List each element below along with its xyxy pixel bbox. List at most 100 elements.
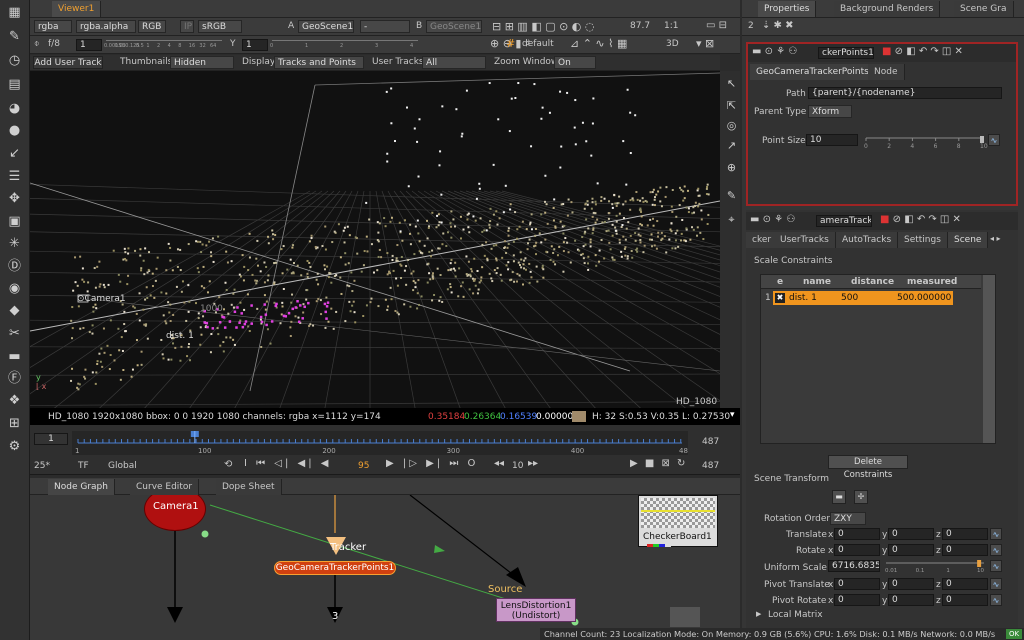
- target-icon[interactable]: ◎: [721, 117, 742, 135]
- timeline-ruler[interactable]: 1 100 200 300 400 487: [72, 431, 688, 455]
- node-graph[interactable]: Camera1 Tracker GeoCameraTrackerPoints1 …: [30, 495, 740, 640]
- tab-user-tracks[interactable]: UserTracks: [774, 232, 836, 248]
- panel1-color-icons[interactable]: ■ ⊘ ◧ ↶ ↷ ◫ ✕: [882, 46, 963, 57]
- settings-icon[interactable]: ⚙: [4, 438, 25, 456]
- current-frame[interactable]: 95: [358, 461, 369, 471]
- panel1-name-field[interactable]: ckerPoints1: [818, 47, 874, 59]
- checkerboard-node[interactable]: CheckerBoard1: [638, 495, 718, 547]
- composite-dropdown[interactable]: -: [360, 20, 410, 33]
- timeline-track[interactable]: 1 100 200 300 400 487: [72, 431, 688, 455]
- tab-settings[interactable]: Settings: [898, 232, 948, 248]
- panel1-header-icons[interactable]: ▬ ⊙ ⚘ ⚇: [752, 46, 797, 57]
- viewer-tab[interactable]: Viewer1: [52, 1, 102, 17]
- tab-scene[interactable]: Scene: [948, 232, 989, 248]
- table-scrollbar[interactable]: [983, 275, 995, 443]
- partial-node[interactable]: [670, 607, 700, 627]
- pivot-translate-x-field[interactable]: 0: [834, 578, 880, 590]
- tab-properties[interactable]: Properties: [758, 1, 817, 17]
- viewport[interactable]: ⊙Camera1 dist. 1 1000 HD_1080 y ⌊ x: [30, 71, 720, 408]
- filter-icon[interactable]: ●: [4, 122, 25, 140]
- panel2-header-icons[interactable]: ▬ ⊙ ⚘ ⚇: [750, 214, 795, 225]
- add-user-track-button[interactable]: Add User Track: [33, 56, 103, 69]
- pivot-rotate-x-field[interactable]: 0: [834, 594, 880, 606]
- pivot-rotate-z-field[interactable]: 0: [942, 594, 988, 606]
- lens-distortion-node[interactable]: LensDistortion1 (Undistort): [496, 598, 576, 622]
- transport-back-buttons[interactable]: I ⏮ ◁| ◀| ◀: [244, 458, 331, 469]
- scene-3d[interactable]: [30, 71, 720, 408]
- step-back-icon[interactable]: ◂◂: [494, 458, 504, 469]
- draw-icon[interactable]: ✎: [4, 28, 25, 46]
- local-matrix-arrow-icon[interactable]: ▶: [756, 610, 761, 618]
- table-row[interactable]: ✖ dist. 1 500 500.000000: [773, 291, 953, 305]
- proxy-icons[interactable]: ⊿ ⌃ ∿ ⌇ ▦: [570, 37, 627, 50]
- viewer-extra-icons[interactable]: ▭ ⊟: [706, 20, 727, 31]
- start-frame-field[interactable]: 1: [34, 433, 68, 445]
- display-dropdown[interactable]: Tracks and Points: [274, 56, 364, 69]
- color-icon[interactable]: ◕: [4, 100, 25, 118]
- transform-icon[interactable]: ✥: [4, 190, 25, 208]
- aperture-icon[interactable]: ⌽: [34, 39, 39, 49]
- transport-forward-buttons[interactable]: ▶ |▷ ▶| ⏭ O: [386, 458, 478, 469]
- rotate-x-field[interactable]: 0: [834, 544, 880, 556]
- pivot-translate-curve-icon[interactable]: ∿: [990, 578, 1002, 590]
- tab-auto-tracks[interactable]: AutoTracks: [836, 232, 899, 248]
- zoom-value[interactable]: 87.7: [630, 21, 650, 31]
- merge-icon[interactable]: ☰: [4, 168, 25, 186]
- tab-dope-sheet[interactable]: Dope Sheet: [216, 479, 282, 495]
- point-size-curve-icon[interactable]: ∿: [988, 134, 1000, 146]
- geo-tracker-node[interactable]: GeoCameraTrackerPoints1: [274, 561, 396, 575]
- display-lut-dropdown[interactable]: sRGB: [198, 20, 242, 33]
- pivot-rotate-y-field[interactable]: 0: [888, 594, 934, 606]
- step-forward-icon[interactable]: ▸▸: [528, 458, 538, 469]
- user-tracks-dropdown[interactable]: All: [422, 56, 486, 69]
- channel-icon[interactable]: ▤: [4, 76, 25, 94]
- select-icon[interactable]: ↖: [721, 75, 742, 93]
- ocula-icon[interactable]: ❖: [4, 392, 25, 410]
- other-icon[interactable]: ▬: [4, 348, 25, 366]
- parent-type-dropdown[interactable]: Xform: [808, 105, 852, 118]
- tab-background-renders[interactable]: Background Renders: [834, 1, 941, 17]
- keyer-icon[interactable]: ↙: [4, 145, 25, 163]
- playback-mode-icons[interactable]: ▶ ■ ⊠ ↻: [630, 458, 687, 469]
- step-value[interactable]: 10: [512, 461, 523, 471]
- marker-icon[interactable]: ⌖: [721, 211, 742, 229]
- local-matrix-label[interactable]: Local Matrix: [768, 610, 823, 620]
- thumbnails-dropdown[interactable]: Hidden: [170, 56, 234, 69]
- folder-icon[interactable]: ▬: [832, 490, 846, 504]
- pointer-icon[interactable]: ⇱: [721, 97, 742, 115]
- metadata-icon[interactable]: ◆: [4, 302, 25, 320]
- particles-icon[interactable]: ✳: [4, 235, 25, 253]
- point-size-field[interactable]: 10: [806, 134, 858, 146]
- rotation-order-dropdown[interactable]: ZXY: [830, 512, 866, 525]
- delete-constraints-button[interactable]: Delete Constraints: [828, 455, 908, 480]
- translate-z-field[interactable]: 0: [942, 528, 988, 540]
- track-icon[interactable]: ↗: [721, 137, 742, 155]
- alpha-dropdown[interactable]: rgba.alpha: [76, 20, 136, 33]
- max-panels-value[interactable]: 2: [748, 21, 754, 31]
- fps-dropdown[interactable]: 25*: [34, 461, 50, 471]
- view-mode-dropdown[interactable]: 3D: [666, 39, 679, 49]
- b-input-dropdown[interactable]: GeoScene1: [426, 20, 482, 33]
- properties-tools-icons[interactable]: ⇣ ✱ ✖: [762, 20, 794, 31]
- wipe-icons[interactable]: ⊟ ⊞ ▥ ◧ ▢ ⊙ ◐ ◌: [492, 20, 595, 33]
- tab-scroll-icons[interactable]: ◂ ▸: [990, 234, 1001, 243]
- path-field[interactable]: {parent}/{nodename}: [808, 87, 1002, 99]
- toolsets-icon[interactable]: ✂: [4, 325, 25, 343]
- furnace-icon[interactable]: Ⓕ: [4, 370, 25, 388]
- channels-dropdown[interactable]: rgba: [34, 20, 72, 33]
- tab-geo-tracker-points[interactable]: GeoCameraTrackerPoints: [750, 64, 876, 80]
- pivot-rotate-curve-icon[interactable]: ∿: [990, 594, 1002, 606]
- uniform-scale-field[interactable]: 6716.683593: [828, 560, 880, 572]
- gizmo-icon[interactable]: ✢: [854, 490, 868, 504]
- translate-curve-icon[interactable]: ∿: [990, 528, 1002, 540]
- scope-dropdown[interactable]: Global: [108, 461, 137, 471]
- image-icon[interactable]: ▦: [4, 4, 25, 22]
- enable-checkbox[interactable]: ✖: [775, 293, 785, 303]
- row-name[interactable]: dist. 1: [789, 293, 817, 303]
- cara-icon[interactable]: ⊞: [4, 415, 25, 433]
- eyedrop-icon[interactable]: ⊕: [721, 159, 742, 177]
- translate-x-field[interactable]: 0: [834, 528, 880, 540]
- ratio-value[interactable]: 1:1: [664, 21, 678, 31]
- colorspace-dropdown[interactable]: RGB: [138, 20, 166, 33]
- pivot-translate-z-field[interactable]: 0: [942, 578, 988, 590]
